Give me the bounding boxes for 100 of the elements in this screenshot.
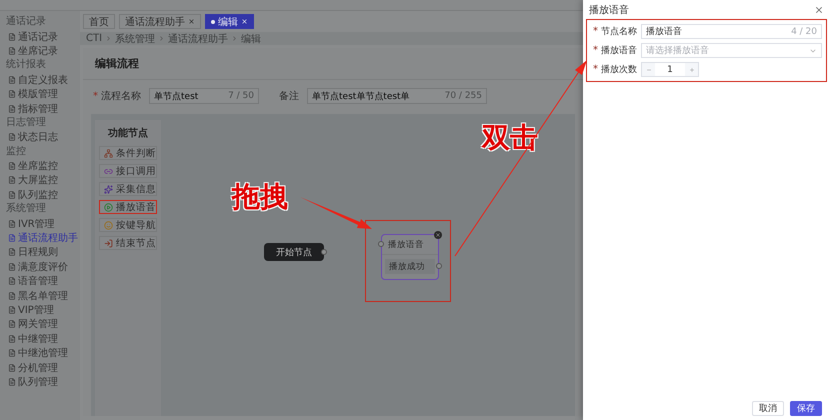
- field-value: 单节点test单节点test单: [312, 90, 410, 102]
- sidebar-item[interactable]: 黑名单管理: [0, 288, 80, 303]
- select-field[interactable]: 请选择播放语音: [641, 43, 822, 58]
- minus-icon: [646, 66, 652, 72]
- sidebar-item[interactable]: 坐席监控: [0, 158, 80, 174]
- sidebar-item[interactable]: 通话流程助手: [0, 230, 80, 246]
- breadcrumb-item[interactable]: 编辑: [241, 32, 262, 46]
- close-icon[interactable]: [188, 18, 195, 25]
- breadcrumb-item[interactable]: CTI: [86, 33, 102, 44]
- annotation-text: 拖拽: [232, 183, 288, 211]
- tab[interactable]: 通话流程助手: [119, 14, 201, 29]
- chevron-icon: [105, 35, 112, 42]
- flow-node[interactable]: 播放语音 播放成功: [381, 234, 439, 280]
- sparkles-icon: [104, 184, 113, 194]
- sidebar-group-title: 日志管理: [5, 116, 47, 130]
- document-icon: [8, 334, 16, 343]
- sidebar-item[interactable]: 中继管理: [0, 332, 80, 346]
- sidebar-item[interactable]: 模版管理: [0, 86, 80, 102]
- sidebar-item[interactable]: 通话记录: [0, 29, 80, 44]
- chevron-icon: [231, 35, 238, 42]
- save-button[interactable]: 保存: [790, 401, 822, 416]
- document-icon: [8, 76, 16, 84]
- document-icon: [8, 162, 16, 170]
- sidebar-item[interactable]: 中继池管理: [0, 346, 80, 360]
- document-icon: [8, 234, 16, 242]
- tab[interactable]: 首页: [83, 14, 115, 29]
- link-icon: [104, 166, 113, 176]
- sidebar-group-title: 通话记录: [5, 15, 47, 29]
- smiley-icon: [104, 220, 113, 230]
- close-icon[interactable]: [814, 5, 824, 15]
- sidebar-item[interactable]: 语音管理: [0, 274, 80, 288]
- sidebar-item[interactable]: 日程规则: [0, 245, 80, 260]
- active-dot-icon: [211, 20, 215, 24]
- field-value: 1: [666, 64, 674, 74]
- palette-item[interactable]: 接口调用: [99, 164, 157, 178]
- breadcrumb-item[interactable]: 通话流程助手: [168, 32, 228, 46]
- field-label: * 节点名称: [592, 25, 637, 38]
- required-mark: *: [593, 26, 598, 37]
- sidebar-item[interactable]: IVR管理: [0, 216, 80, 231]
- document-icon: [8, 364, 16, 372]
- connector-port[interactable]: [321, 249, 327, 255]
- sidebar-item[interactable]: 大屏监控: [0, 173, 80, 188]
- document-icon: [8, 292, 16, 300]
- sidebar-group-title: 监控: [5, 144, 27, 159]
- sidebar-item[interactable]: 状态日志: [0, 130, 80, 145]
- field-label: * 流程名称: [93, 90, 141, 103]
- sidebar-item[interactable]: 队列监控: [0, 188, 80, 202]
- sidebar-item[interactable]: 队列管理: [0, 374, 80, 390]
- sidebar-group-title: 系统管理: [5, 202, 47, 216]
- field-label: * 播放次数: [592, 63, 637, 76]
- sidebar-item[interactable]: 满意度评价: [0, 260, 80, 274]
- sidebar-item[interactable]: 分机管理: [0, 360, 80, 375]
- document-icon: [8, 378, 16, 386]
- document-icon: [8, 176, 16, 184]
- sidebar-group-title: 统计报表: [5, 58, 47, 72]
- cancel-button[interactable]: 取消: [752, 401, 784, 416]
- palette-item[interactable]: 按键导航: [99, 218, 157, 232]
- input-field[interactable]: 播放语音 4 / 20: [641, 24, 822, 39]
- document-icon: [8, 104, 16, 113]
- sidebar-item[interactable]: 坐席记录: [0, 44, 80, 58]
- palette-item[interactable]: 结束节点: [99, 236, 157, 250]
- document-icon: [8, 90, 16, 98]
- document-icon: [8, 32, 16, 41]
- document-icon: [8, 133, 16, 142]
- char-count: 4 / 20: [791, 26, 817, 36]
- sidebar-item[interactable]: 自定义报表: [0, 72, 80, 87]
- drawer-title: 播放语音: [589, 4, 629, 17]
- input-field[interactable]: 单节点test 7 / 50: [149, 88, 259, 104]
- field-value: 播放语音: [646, 26, 682, 38]
- sidebar-item[interactable]: VIP管理: [0, 302, 80, 318]
- required-mark: *: [593, 64, 598, 75]
- connector-port[interactable]: [378, 241, 384, 247]
- document-icon: [8, 220, 16, 228]
- char-count: 7 / 50: [228, 91, 254, 101]
- delete-icon[interactable]: [434, 231, 442, 239]
- start-node[interactable]: 开始节点: [264, 243, 324, 261]
- sidebar-item[interactable]: 指标管理: [0, 101, 80, 116]
- field-value: 单节点test: [154, 90, 198, 102]
- play-icon: [104, 202, 113, 212]
- connector-port[interactable]: [436, 263, 442, 269]
- palette-title: 功能节点: [108, 126, 148, 140]
- network-icon: [104, 148, 113, 158]
- annotation-arrow: [300, 197, 372, 229]
- field-label: 备注: [279, 90, 299, 103]
- chevron-icon: [158, 35, 166, 42]
- sidebar-item[interactable]: 网关管理: [0, 317, 80, 332]
- palette-item[interactable]: 采集信息: [99, 182, 157, 196]
- annotation-text: 双击: [482, 124, 538, 152]
- field-label: * 播放语音: [592, 44, 637, 57]
- required-mark: *: [93, 91, 98, 102]
- input-field[interactable]: 单节点test单节点test单 70 / 255: [307, 88, 487, 104]
- palette-item[interactable]: 播放语音: [99, 200, 157, 214]
- plus-icon: [688, 66, 694, 72]
- document-icon: [8, 306, 16, 314]
- breadcrumb-item[interactable]: 系统管理: [115, 32, 156, 46]
- document-icon: [8, 190, 16, 199]
- node-outcome[interactable]: 播放成功: [385, 259, 435, 274]
- exit-icon: [104, 238, 113, 248]
- tab[interactable]: 编辑: [205, 14, 254, 29]
- palette-item[interactable]: 条件判断: [99, 146, 157, 160]
